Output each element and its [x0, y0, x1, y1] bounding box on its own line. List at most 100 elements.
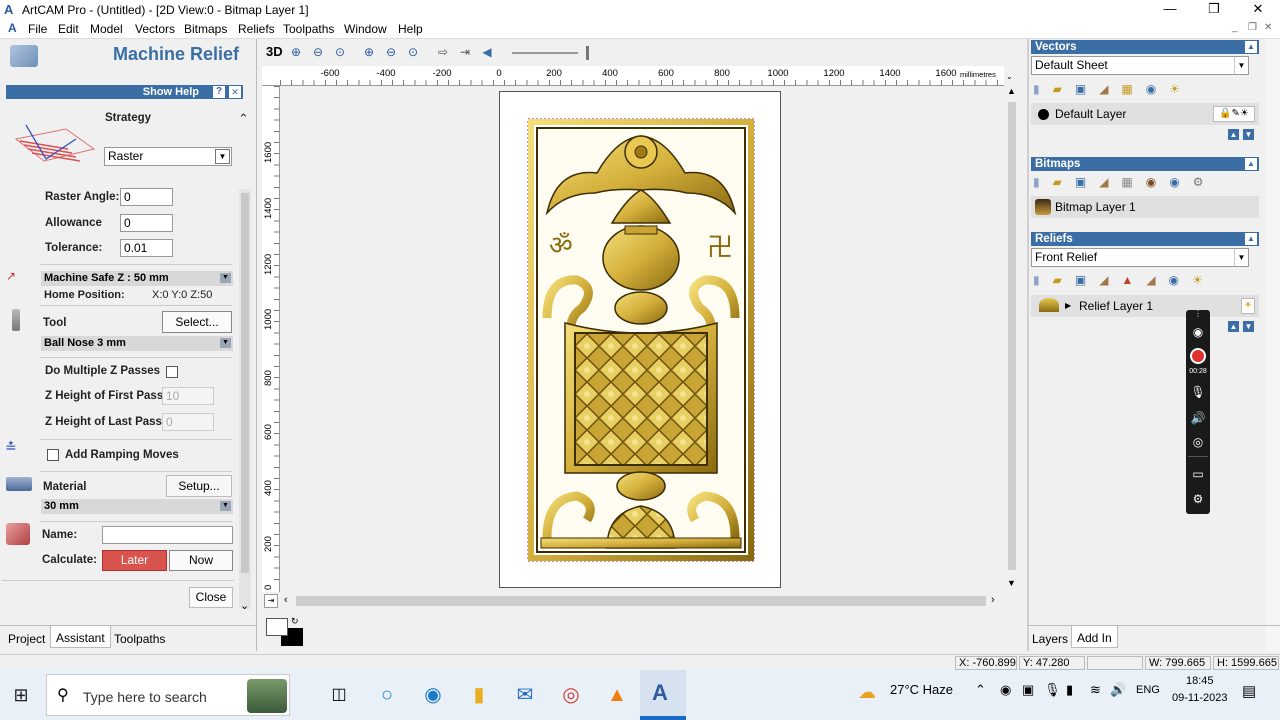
- tab-toolpaths[interactable]: Toolpaths: [110, 632, 169, 646]
- chrome-icon[interactable]: ◎: [558, 682, 584, 708]
- vertical-scrollbar[interactable]: ▲ ▼: [1004, 86, 1020, 592]
- zoom-fit-icon[interactable]: ⊕: [361, 45, 377, 59]
- chevron-down-icon[interactable]: ▼: [1234, 249, 1248, 266]
- view-3d-button[interactable]: 3D: [266, 44, 283, 59]
- zoom-all-icon[interactable]: ⊙: [405, 45, 421, 59]
- relief-shape-icon[interactable]: ◢: [1146, 273, 1168, 287]
- collapse-vectors-icon[interactable]: ▲: [1245, 41, 1257, 53]
- panel-scrollbar[interactable]: [239, 189, 251, 609]
- tab-assistant[interactable]: Assistant: [50, 626, 111, 648]
- vectors-sheet-select[interactable]: Default Sheet ▼: [1031, 56, 1249, 75]
- tray-time[interactable]: 18:45: [1186, 675, 1214, 687]
- scroll-down-icon[interactable]: ▼: [1007, 578, 1016, 588]
- scroll-down-icon[interactable]: ⌄: [240, 599, 249, 612]
- first-pass-input[interactable]: 10: [162, 387, 214, 405]
- close-panel-button[interactable]: Close: [189, 587, 233, 608]
- bitmap-paint-icon[interactable]: ◉: [1146, 175, 1169, 189]
- help-close-button[interactable]: ✕: [229, 86, 241, 98]
- layer-color-icon[interactable]: [1038, 109, 1049, 120]
- tray-chevron-icon[interactable]: ⌃: [975, 682, 986, 698]
- notifications-icon[interactable]: ▤: [1242, 682, 1256, 700]
- bitmap-layer-item[interactable]: Bitmap Layer 1: [1031, 196, 1259, 218]
- menu-bitmaps[interactable]: Bitmaps: [184, 22, 227, 36]
- export-icon[interactable]: ⇥: [457, 45, 473, 59]
- open-icon[interactable]: ▰: [1053, 82, 1075, 96]
- tool-bar[interactable]: Ball Nose 3 mm ▼: [41, 336, 233, 351]
- slider-handle[interactable]: [586, 46, 589, 60]
- bitmap-properties-icon[interactable]: ▦: [1121, 175, 1145, 189]
- horizontal-scrollbar[interactable]: ⇥ ‹ ›: [262, 592, 1004, 610]
- chevron-down-icon[interactable]: ▼: [215, 149, 230, 164]
- merge-bitmap-icon[interactable]: ◢: [1099, 175, 1121, 189]
- inner-minimize-button[interactable]: _: [1232, 22, 1238, 33]
- save-bitmap-icon[interactable]: ▣: [1075, 175, 1099, 189]
- menu-edit[interactable]: Edit: [58, 22, 79, 36]
- menu-toolpaths[interactable]: Toolpaths: [283, 22, 334, 36]
- microphone-icon[interactable]: 🎙: [1190, 384, 1206, 400]
- show-help-button[interactable]: Show Help: [143, 86, 199, 98]
- relief-layer-item[interactable]: ▶ Relief Layer 1 ☀: [1031, 295, 1259, 317]
- relief-visibility-icon[interactable]: ☀: [1192, 273, 1216, 287]
- zoom-in-icon[interactable]: ⊕: [288, 45, 304, 59]
- ruler-toggle-icon[interactable]: ⇥: [264, 594, 278, 608]
- default-layer-item[interactable]: Default Layer 🔒✎☀: [1031, 103, 1259, 125]
- restore-button[interactable]: ❐: [1194, 0, 1234, 20]
- back-icon[interactable]: ◀: [479, 45, 495, 59]
- ramping-checkbox[interactable]: [47, 449, 59, 461]
- file-explorer-icon[interactable]: ▮: [466, 682, 492, 708]
- open-relief-icon[interactable]: ▰: [1053, 273, 1075, 287]
- swap-colors-icon[interactable]: ↻: [291, 616, 299, 627]
- material-dropdown-icon[interactable]: ▼: [220, 501, 231, 511]
- primary-color-swatch[interactable]: [266, 618, 288, 636]
- help-question-button[interactable]: ?: [213, 86, 225, 98]
- chevron-down-icon[interactable]: ▼: [1234, 57, 1248, 74]
- now-button[interactable]: Now: [169, 550, 233, 571]
- open-bitmap-icon[interactable]: ▰: [1053, 175, 1075, 189]
- tray-date[interactable]: 09-11-2023: [1172, 692, 1227, 704]
- merge-relief-icon[interactable]: ◢: [1099, 273, 1121, 287]
- weather-text[interactable]: 27°C Haze: [890, 682, 953, 697]
- tool-select-button[interactable]: Select...: [162, 311, 232, 333]
- multiple-z-checkbox[interactable]: [166, 366, 178, 378]
- safe-z-dropdown-icon[interactable]: ▼: [220, 273, 231, 283]
- save-relief-icon[interactable]: ▣: [1075, 273, 1099, 287]
- tray-language[interactable]: ENG: [1136, 684, 1160, 696]
- record-button[interactable]: [1190, 348, 1206, 364]
- new-bitmap-icon[interactable]: ▮: [1033, 175, 1053, 189]
- layer-lock-edit-icons[interactable]: 🔒✎☀: [1213, 106, 1255, 122]
- tray-video-icon[interactable]: ▣: [1022, 682, 1034, 698]
- last-pass-input[interactable]: 0: [162, 413, 214, 431]
- menu-vectors[interactable]: Vectors: [135, 22, 175, 36]
- menu-help[interactable]: Help: [398, 22, 423, 36]
- zoom-previous-icon[interactable]: ⊖: [383, 45, 399, 59]
- material-bar[interactable]: 30 mm ▼: [41, 499, 233, 514]
- visibility-icon[interactable]: ☀: [1169, 82, 1193, 96]
- expand-arrow-icon[interactable]: ▶: [1065, 295, 1071, 317]
- allowance-input[interactable]: 0: [120, 214, 173, 232]
- tray-battery-icon[interactable]: ▮: [1066, 682, 1073, 698]
- later-button[interactable]: Later: [102, 550, 167, 571]
- scroll-left-icon[interactable]: ‹: [284, 594, 288, 606]
- scroll-up-icon[interactable]: ▲: [1007, 86, 1016, 96]
- windows-start-icon[interactable]: ⊞: [8, 682, 34, 708]
- inner-close-button[interactable]: ✕: [1264, 22, 1272, 33]
- cortana-icon[interactable]: ○: [374, 682, 400, 708]
- relief-select[interactable]: Front Relief ▼: [1031, 248, 1249, 267]
- tray-volume-icon[interactable]: 🔊: [1110, 682, 1126, 698]
- taskbar-search-box[interactable]: ⚲ Type here to search: [46, 674, 290, 716]
- raster-angle-input[interactable]: 0: [120, 188, 173, 206]
- collapse-chevron-icon[interactable]: ⌃: [238, 111, 249, 127]
- tab-add-in[interactable]: Add In: [1071, 626, 1118, 648]
- import-icon[interactable]: ⇨: [435, 45, 451, 59]
- tray-app-icon[interactable]: ◉: [1000, 682, 1011, 698]
- merge-icon[interactable]: ◢: [1099, 82, 1121, 96]
- tolerance-input[interactable]: 0.01: [120, 239, 173, 257]
- weather-icon[interactable]: ☁: [858, 682, 876, 703]
- move-relief-down-icon[interactable]: ▼: [1243, 321, 1254, 332]
- move-layer-down-icon[interactable]: ▼: [1243, 129, 1254, 140]
- settings-gear-icon[interactable]: ⚙: [1190, 491, 1206, 507]
- app-icon[interactable]: A: [8, 21, 17, 35]
- task-view-icon[interactable]: ◫: [326, 682, 352, 708]
- strategy-select[interactable]: Raster ▼: [104, 147, 232, 166]
- material-setup-button[interactable]: Setup...: [166, 475, 232, 497]
